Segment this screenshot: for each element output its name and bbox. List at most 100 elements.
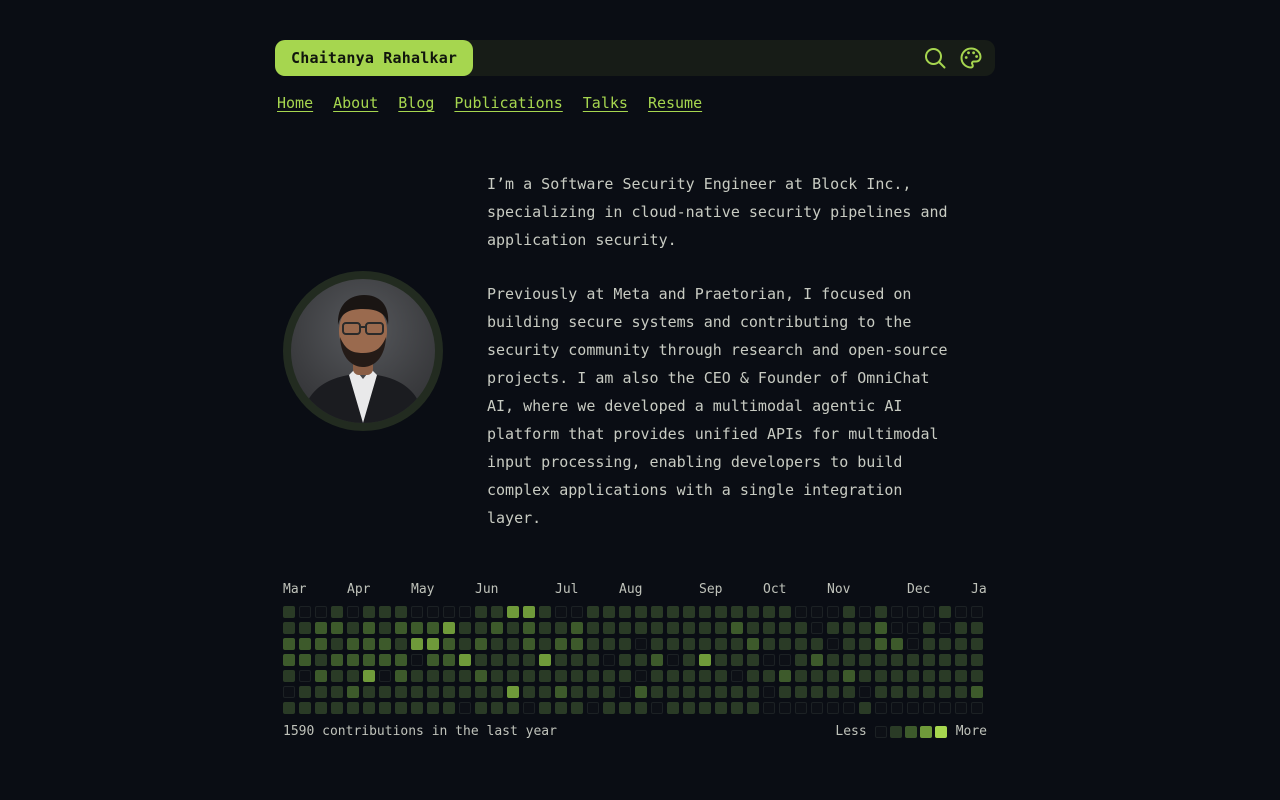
contribution-cell[interactable] xyxy=(331,622,343,634)
contribution-cell[interactable] xyxy=(539,702,551,714)
contribution-cell[interactable] xyxy=(315,686,327,698)
contribution-cell[interactable] xyxy=(683,686,695,698)
contribution-cell[interactable] xyxy=(619,638,631,650)
contribution-cell[interactable] xyxy=(603,670,615,682)
contribution-cell[interactable] xyxy=(843,606,855,618)
contribution-cell[interactable] xyxy=(811,638,823,650)
contribution-cell[interactable] xyxy=(939,654,951,666)
contribution-cell[interactable] xyxy=(939,686,951,698)
contribution-cell[interactable] xyxy=(955,622,967,634)
contribution-cell[interactable] xyxy=(619,606,631,618)
contribution-cell[interactable] xyxy=(299,638,311,650)
contribution-cell[interactable] xyxy=(395,622,407,634)
contribution-cell[interactable] xyxy=(283,670,295,682)
contribution-cell[interactable] xyxy=(875,622,887,634)
contribution-cell[interactable] xyxy=(971,654,983,666)
contribution-cell[interactable] xyxy=(731,654,743,666)
contribution-cell[interactable] xyxy=(555,622,567,634)
contribution-cell[interactable] xyxy=(603,638,615,650)
contribution-cell[interactable] xyxy=(843,638,855,650)
contribution-cell[interactable] xyxy=(891,606,903,618)
contribution-cell[interactable] xyxy=(427,670,439,682)
contribution-cell[interactable] xyxy=(603,702,615,714)
contribution-cell[interactable] xyxy=(443,654,455,666)
contribution-cell[interactable] xyxy=(699,606,711,618)
contribution-cell[interactable] xyxy=(555,686,567,698)
contribution-cell[interactable] xyxy=(683,622,695,634)
contribution-cell[interactable] xyxy=(315,654,327,666)
contribution-cell[interactable] xyxy=(587,654,599,666)
contribution-cell[interactable] xyxy=(507,670,519,682)
contribution-cell[interactable] xyxy=(811,654,823,666)
contribution-cell[interactable] xyxy=(363,670,375,682)
contribution-cell[interactable] xyxy=(475,638,487,650)
contribution-cell[interactable] xyxy=(827,702,839,714)
contribution-cell[interactable] xyxy=(571,606,583,618)
contribution-cell[interactable] xyxy=(971,686,983,698)
nav-blog[interactable]: Blog xyxy=(398,94,434,112)
contribution-cell[interactable] xyxy=(715,670,727,682)
contribution-cell[interactable] xyxy=(363,622,375,634)
contribution-cell[interactable] xyxy=(763,606,775,618)
contribution-cell[interactable] xyxy=(971,622,983,634)
contribution-cell[interactable] xyxy=(667,654,679,666)
contribution-cell[interactable] xyxy=(539,670,551,682)
contribution-cell[interactable] xyxy=(651,654,663,666)
contribution-cell[interactable] xyxy=(635,686,647,698)
contribution-cell[interactable] xyxy=(507,702,519,714)
contribution-cell[interactable] xyxy=(923,654,935,666)
contribution-cell[interactable] xyxy=(715,622,727,634)
contribution-cell[interactable] xyxy=(875,702,887,714)
contribution-cell[interactable] xyxy=(315,702,327,714)
contribution-cell[interactable] xyxy=(603,606,615,618)
contribution-cell[interactable] xyxy=(571,670,583,682)
contribution-cell[interactable] xyxy=(843,654,855,666)
contribution-cell[interactable] xyxy=(843,670,855,682)
contribution-cell[interactable] xyxy=(635,670,647,682)
contribution-cell[interactable] xyxy=(523,654,535,666)
contribution-cell[interactable] xyxy=(331,702,343,714)
contribution-cell[interactable] xyxy=(475,686,487,698)
contribution-cell[interactable] xyxy=(827,606,839,618)
contribution-cell[interactable] xyxy=(379,622,391,634)
palette-icon[interactable] xyxy=(959,46,983,70)
contribution-cell[interactable] xyxy=(779,654,791,666)
contribution-cell[interactable] xyxy=(443,606,455,618)
contribution-cell[interactable] xyxy=(459,686,471,698)
contribution-cell[interactable] xyxy=(747,622,759,634)
contribution-cell[interactable] xyxy=(939,606,951,618)
contribution-cell[interactable] xyxy=(971,638,983,650)
contribution-cell[interactable] xyxy=(667,686,679,698)
contribution-cell[interactable] xyxy=(907,670,919,682)
contribution-cell[interactable] xyxy=(923,638,935,650)
contribution-cell[interactable] xyxy=(411,606,423,618)
contribution-cell[interactable] xyxy=(619,702,631,714)
contribution-cell[interactable] xyxy=(779,638,791,650)
contribution-cell[interactable] xyxy=(875,670,887,682)
contribution-cell[interactable] xyxy=(683,606,695,618)
contribution-cell[interactable] xyxy=(795,606,807,618)
contribution-cell[interactable] xyxy=(523,702,535,714)
contribution-cell[interactable] xyxy=(731,686,743,698)
contribution-cell[interactable] xyxy=(395,606,407,618)
contribution-cell[interactable] xyxy=(859,702,871,714)
contribution-cell[interactable] xyxy=(539,606,551,618)
contribution-cell[interactable] xyxy=(683,638,695,650)
contribution-cell[interactable] xyxy=(715,654,727,666)
nav-about[interactable]: About xyxy=(333,94,378,112)
contribution-cell[interactable] xyxy=(459,622,471,634)
contribution-cell[interactable] xyxy=(635,622,647,634)
contribution-cell[interactable] xyxy=(475,622,487,634)
contribution-cell[interactable] xyxy=(747,702,759,714)
contribution-cell[interactable] xyxy=(379,686,391,698)
contribution-cell[interactable] xyxy=(571,686,583,698)
contribution-cell[interactable] xyxy=(683,654,695,666)
nav-home[interactable]: Home xyxy=(277,94,313,112)
contribution-cell[interactable] xyxy=(283,686,295,698)
contribution-cell[interactable] xyxy=(507,686,519,698)
contribution-cell[interactable] xyxy=(347,622,359,634)
contribution-cell[interactable] xyxy=(587,622,599,634)
contribution-cell[interactable] xyxy=(667,638,679,650)
contribution-cell[interactable] xyxy=(907,702,919,714)
contribution-cell[interactable] xyxy=(699,654,711,666)
